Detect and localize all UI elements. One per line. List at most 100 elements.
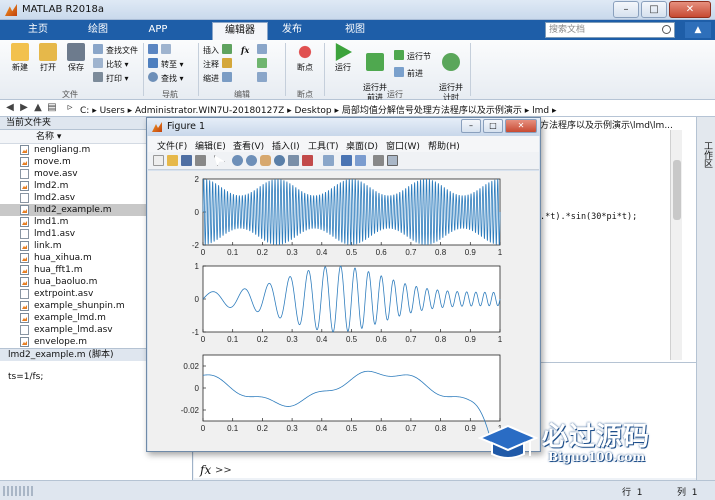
find-files-button[interactable]: 查找文件 bbox=[93, 44, 138, 56]
watermark-title: 必过源码 bbox=[542, 422, 651, 452]
tab-publish[interactable]: 发布 bbox=[272, 20, 312, 40]
file-name: example_lmd.m bbox=[34, 313, 106, 323]
figure-maximize-button[interactable]: □ bbox=[483, 119, 503, 133]
breadcrumb-segment[interactable]: Users bbox=[100, 106, 125, 116]
edit-tool-button[interactable] bbox=[257, 58, 270, 70]
edit-tool-icon bbox=[257, 44, 267, 54]
x-tick-label: 0.7 bbox=[405, 248, 417, 257]
file-name: hua_fft1.m bbox=[34, 265, 83, 275]
show-tools-icon[interactable] bbox=[387, 155, 398, 166]
save-button[interactable]: 保存 bbox=[59, 43, 93, 73]
rotate-3d-icon[interactable] bbox=[274, 155, 285, 166]
details-code: ts=1/fs; bbox=[8, 372, 44, 382]
compare-button[interactable]: 比较 ▾ bbox=[93, 58, 129, 70]
new-figure-icon[interactable] bbox=[153, 155, 164, 166]
forward-icon[interactable]: ▶ bbox=[18, 102, 30, 114]
insert-icon bbox=[221, 44, 232, 54]
breakpoints-button[interactable]: 断点 bbox=[288, 43, 322, 73]
back-icon[interactable]: ◀ bbox=[4, 102, 16, 114]
up-folder-icon[interactable]: ▲ bbox=[32, 102, 44, 114]
edit-tool-button[interactable] bbox=[257, 72, 270, 84]
tab-view[interactable]: 视图 bbox=[335, 20, 375, 40]
minimize-button[interactable]: – bbox=[613, 1, 639, 18]
breadcrumb-segment[interactable]: Administrator.WIN7U-20180127Z bbox=[135, 106, 284, 116]
print-figure-icon[interactable] bbox=[195, 155, 206, 166]
figure-plots[interactable]: 0 0.1 0.2 0.3 0.4 0.5 0.6 0.7 0.8 0.9 120-20 0.1 0.2… bbox=[148, 171, 539, 455]
tab-plots[interactable]: 绘图 bbox=[78, 20, 118, 40]
run-button[interactable]: 运行 bbox=[326, 43, 360, 73]
figure-menu-tools[interactable]: 工具(T) bbox=[308, 139, 339, 152]
breadcrumb-segment[interactable]: Desktop bbox=[295, 106, 332, 116]
figure-menu-window[interactable]: 窗口(W) bbox=[386, 139, 420, 152]
x-tick-label: 0.8 bbox=[435, 248, 447, 257]
colorbar-icon[interactable] bbox=[341, 155, 352, 166]
zoom-out-icon[interactable] bbox=[246, 155, 257, 166]
figure-minimize-button[interactable]: – bbox=[461, 119, 481, 133]
breadcrumb-segment[interactable]: lmd bbox=[532, 106, 549, 116]
find-button[interactable]: 查找 ▾ bbox=[148, 72, 184, 84]
save-figure-icon[interactable] bbox=[181, 155, 192, 166]
print-button[interactable]: 打印 ▾ bbox=[93, 72, 129, 84]
m-file-icon bbox=[20, 313, 29, 323]
close-button[interactable]: ✕ bbox=[669, 1, 711, 18]
figure-menu-insert[interactable]: 插入(I) bbox=[272, 139, 300, 152]
hide-tools-icon[interactable] bbox=[373, 155, 384, 166]
brush-icon[interactable] bbox=[302, 155, 313, 166]
legend-icon[interactable] bbox=[355, 155, 366, 166]
figure-menu-view[interactable]: 查看(V) bbox=[233, 139, 264, 152]
figure-menu-edit[interactable]: 编辑(E) bbox=[195, 139, 226, 152]
advance-button[interactable]: 前进 bbox=[394, 67, 423, 79]
open-file-icon[interactable] bbox=[167, 155, 178, 166]
compare-icon bbox=[93, 58, 103, 68]
data-cursor-icon[interactable] bbox=[288, 155, 299, 166]
back-arrow-icon bbox=[148, 44, 158, 54]
file-name: move.asv bbox=[34, 169, 78, 179]
tab-apps[interactable]: APP bbox=[138, 20, 178, 40]
scroll-thumb[interactable] bbox=[673, 160, 681, 220]
breadcrumb-segment[interactable]: 局部均值分解信号处理方法程序以及示例演示 bbox=[342, 106, 522, 116]
workspace-strip[interactable]: 工作区 bbox=[696, 117, 715, 490]
fx-button[interactable]: fx bbox=[241, 44, 249, 56]
tab-editor[interactable]: 编辑器 bbox=[212, 22, 268, 40]
link-plot-icon[interactable] bbox=[323, 155, 334, 166]
maximize-button[interactable]: □ bbox=[641, 1, 667, 18]
new-file-icon bbox=[11, 43, 29, 61]
edit-tool-button[interactable] bbox=[257, 44, 270, 56]
figure-menu-desktop[interactable]: 桌面(D) bbox=[346, 139, 378, 152]
comment-button[interactable]: 注释 bbox=[203, 58, 235, 70]
file-name: example_lmd.asv bbox=[34, 325, 113, 335]
run-section-icon bbox=[394, 50, 404, 60]
insert-button[interactable]: 插入 bbox=[203, 44, 235, 56]
tab-home[interactable]: 主页 bbox=[18, 20, 58, 40]
run-section-button[interactable]: 运行节 bbox=[394, 50, 431, 62]
back-forward-buttons[interactable] bbox=[148, 44, 174, 56]
zoom-in-icon[interactable] bbox=[232, 155, 243, 166]
pointer-icon[interactable] bbox=[214, 155, 225, 166]
collapse-ribbon-button[interactable]: ▲ bbox=[685, 22, 711, 38]
path-root-icon[interactable]: ▹ bbox=[64, 102, 76, 114]
pan-hand-icon[interactable] bbox=[260, 155, 271, 166]
editor-code-line[interactable]: .*t).*sin(30*pi*t); bbox=[540, 212, 637, 222]
figure-close-button[interactable]: ✕ bbox=[505, 119, 537, 133]
fx-icon[interactable]: fx bbox=[200, 463, 211, 477]
run-and-time-button[interactable]: 运行并 计时 bbox=[434, 43, 468, 103]
breadcrumb-segment[interactable]: C: bbox=[80, 106, 89, 116]
x-tick-label: 0.5 bbox=[346, 248, 358, 257]
m-file-icon bbox=[20, 181, 29, 191]
figure-window[interactable]: Figure 1 – □ ✕ 文件(F) 编辑(E) 查看(V) 插入(I) 工… bbox=[146, 117, 541, 455]
figure-title-bar[interactable]: Figure 1 – □ ✕ bbox=[147, 118, 540, 136]
x-tick-label: 0.1 bbox=[227, 335, 239, 344]
figure-menu-file[interactable]: 文件(F) bbox=[157, 139, 187, 152]
figure-canvas[interactable]: 0 0.1 0.2 0.3 0.4 0.5 0.6 0.7 0.8 0.9 1 2 0 -2 0 0.1 0.2… bbox=[148, 171, 539, 455]
x-tick-label: 0.9 bbox=[465, 335, 477, 344]
figure-menu-help[interactable]: 帮助(H) bbox=[428, 139, 460, 152]
search-icon[interactable] bbox=[662, 25, 671, 34]
search-input[interactable]: 搜索文档 bbox=[545, 22, 675, 38]
x-tick-label: 0.9 bbox=[465, 248, 477, 257]
indent-button[interactable]: 缩进 bbox=[203, 72, 235, 84]
workspace-tab-label[interactable]: 工作区 bbox=[701, 141, 714, 168]
browse-folder-icon[interactable]: ▤ bbox=[46, 102, 58, 114]
figure-logo-icon bbox=[152, 122, 162, 132]
goto-button[interactable]: 转至 ▾ bbox=[148, 58, 184, 70]
editor-scrollbar[interactable] bbox=[670, 130, 682, 360]
